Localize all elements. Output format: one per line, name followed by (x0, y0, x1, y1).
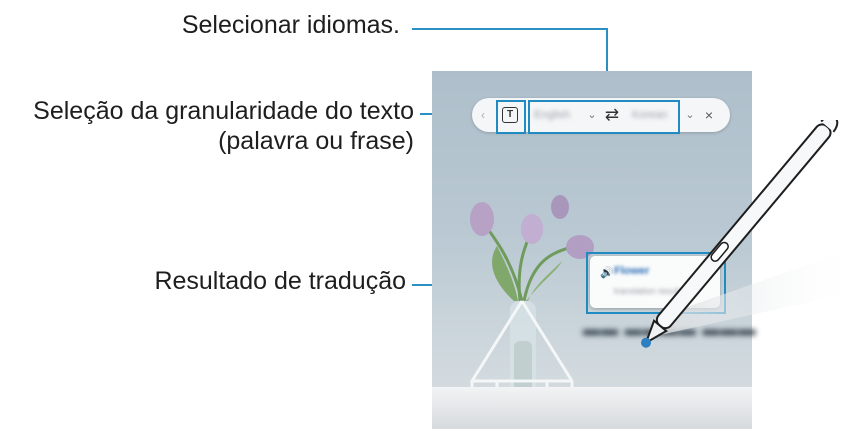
callout-translation-result: Resultado de tradução (154, 267, 406, 295)
callout-select-languages: Selecionar idiomas. (181, 11, 400, 39)
s-pen-stylus-image (641, 120, 864, 348)
callout-granularity-line2: (palavra ou frase) (218, 127, 414, 155)
callout-granularity-line1: Seleção da granularidade do texto (33, 97, 414, 125)
callout-text-granularity: Seleção da granularidade do texto (palav… (33, 96, 414, 156)
leader-line-languages-h (412, 28, 608, 30)
illustration: Selecionar idiomas. Seleção da granulari… (0, 0, 864, 429)
